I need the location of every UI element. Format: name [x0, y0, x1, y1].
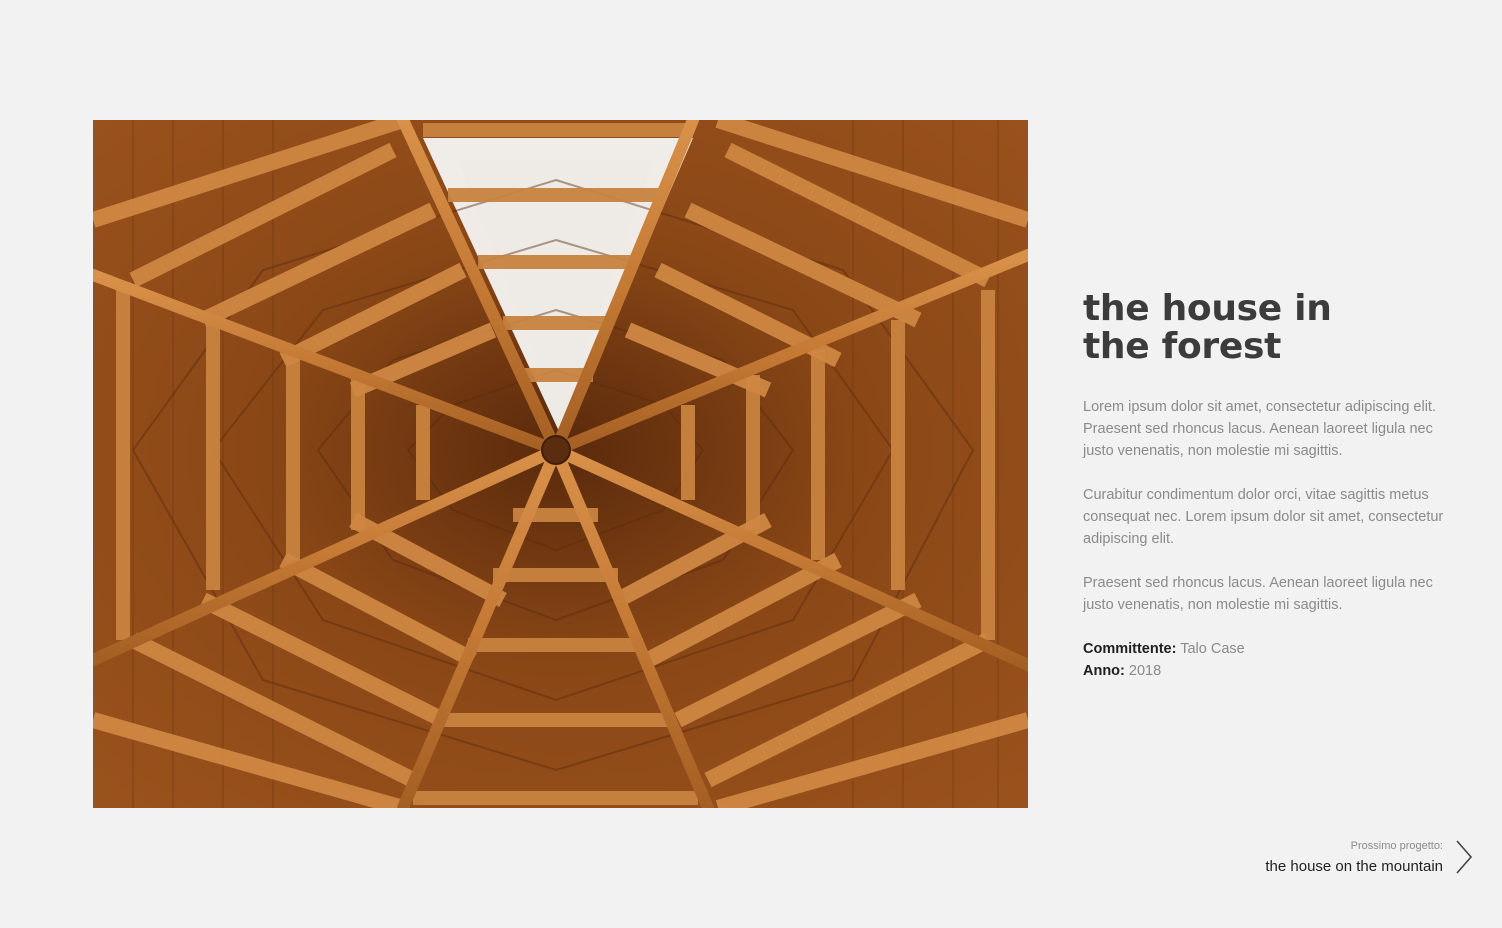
wooden-roof-image [93, 120, 1028, 808]
project-description-paragraph-3: Praesent sed rhoncus lacus. Aenean laore… [1083, 575, 1433, 613]
year-row: Anno: 2018 [1083, 660, 1463, 682]
project-info: the house in the forest Lorem ipsum dolo… [1083, 290, 1463, 682]
project-title: the house in the forest [1083, 288, 1332, 367]
project-description-paragraph-2: Curabitur condimentum dolor orci, vitae … [1083, 487, 1444, 547]
project-meta: Committente: Talo Case Anno: 2018 [1083, 638, 1463, 682]
year-label: Anno: [1083, 663, 1125, 679]
next-project-label: Prossimo progetto: [1350, 840, 1443, 852]
project-description-paragraph-1: Lorem ipsum dolor sit amet, consectetur … [1083, 399, 1436, 459]
project-photo [93, 120, 1028, 808]
chevron-right-icon[interactable] [1454, 839, 1474, 875]
next-project-title[interactable]: the house on the mountain [1265, 856, 1443, 878]
next-project-link[interactable]: Prossimo progetto: the house on the moun… [1265, 838, 1443, 878]
client-row: Committente: Talo Case [1083, 638, 1463, 660]
year-value: 2018 [1128, 663, 1162, 679]
client-value: Talo Case [1180, 641, 1245, 657]
client-label: Committente: [1083, 641, 1177, 657]
